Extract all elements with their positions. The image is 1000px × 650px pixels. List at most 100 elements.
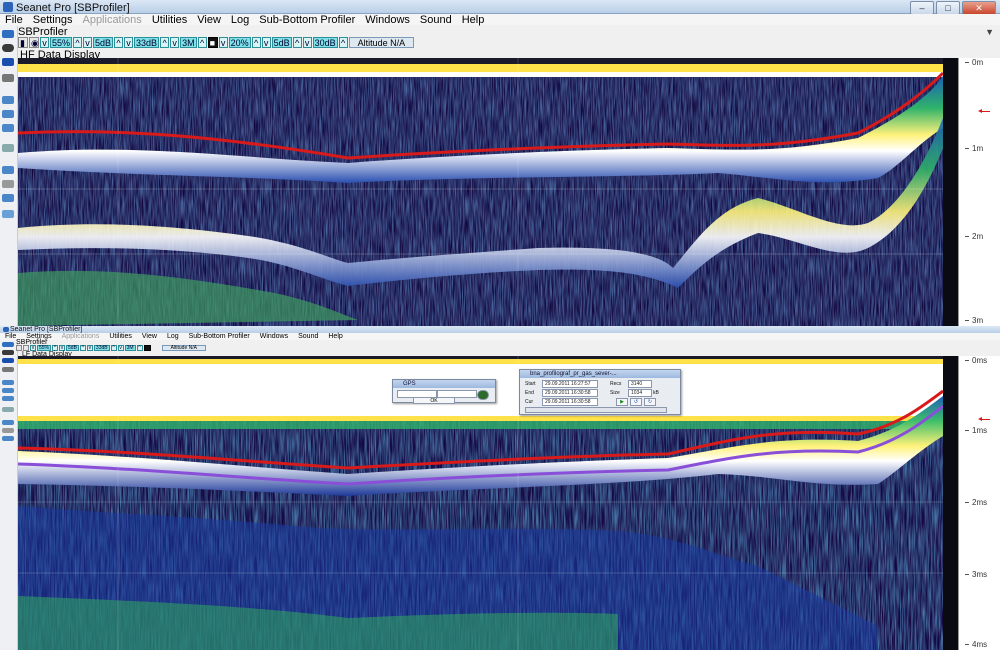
menu-help[interactable]: Help xyxy=(457,14,490,26)
profiler-icon[interactable] xyxy=(2,396,14,401)
display-icon[interactable] xyxy=(2,166,14,174)
decrease-button[interactable]: v xyxy=(86,345,93,351)
stop-icon[interactable] xyxy=(2,58,14,66)
threshold-value[interactable]: 33dB xyxy=(134,37,160,48)
printer-icon[interactable] xyxy=(2,180,14,188)
menu-view[interactable]: View xyxy=(137,333,162,340)
increase-button[interactable]: ^ xyxy=(160,37,170,48)
decrease-button[interactable]: v xyxy=(302,37,312,48)
size-unit: kB xyxy=(653,390,659,396)
maximize-icon[interactable]: □ xyxy=(936,1,960,15)
menu-sound[interactable]: Sound xyxy=(293,333,323,340)
increase-button[interactable]: ^ xyxy=(79,345,86,351)
menu-bar: File Settings Applications Utilities Vie… xyxy=(0,333,1000,340)
left-toolbar xyxy=(0,340,18,650)
scale-tick: 4ms xyxy=(965,640,987,649)
rewind-icon[interactable]: ↺ xyxy=(630,398,642,406)
title-bar[interactable]: Seanet Pro [SBProfiler] – □ ✕ xyxy=(0,0,1000,15)
replay-icon[interactable] xyxy=(2,380,14,385)
lf-threshold-value[interactable]: 30dB xyxy=(312,37,338,48)
decrease-button[interactable]: v xyxy=(261,37,271,48)
scale-tick: 0ms xyxy=(965,356,987,365)
increase-button[interactable]: ^ xyxy=(338,37,348,48)
bottom-window: Seanet Pro [SBProfiler] File Settings Ap… xyxy=(0,326,1000,650)
increase-button[interactable]: ^ xyxy=(110,345,117,351)
log-icon[interactable] xyxy=(2,407,14,412)
scale-tick: 3m xyxy=(965,316,983,325)
lf-gain-value[interactable]: 20% xyxy=(228,37,251,48)
current-time-field[interactable]: 29.09.2011 16:30:58 xyxy=(542,398,598,406)
minimize-icon[interactable]: – xyxy=(910,1,934,15)
menu-log[interactable]: Log xyxy=(162,333,184,340)
settings-icon[interactable] xyxy=(2,74,14,82)
stop-icon[interactable] xyxy=(2,358,14,363)
close-icon[interactable]: ✕ xyxy=(962,1,996,15)
menu-file[interactable]: File xyxy=(0,14,28,26)
decrease-button[interactable]: v xyxy=(124,37,134,48)
log-icon[interactable] xyxy=(2,144,14,152)
sonar-head-icon[interactable] xyxy=(2,388,14,393)
threshold-value[interactable]: 33dB xyxy=(93,345,110,351)
menu-utilities[interactable]: Utilities xyxy=(104,333,137,340)
play-icon[interactable]: ▶ xyxy=(616,398,628,406)
sonar-head-icon[interactable] xyxy=(2,110,14,118)
connect-icon[interactable] xyxy=(2,30,14,38)
menu-sub-bottom-profiler[interactable]: Sub-Bottom Profiler xyxy=(184,333,255,340)
menu-utilities[interactable]: Utilities xyxy=(147,14,192,26)
decrease-button[interactable]: v xyxy=(83,37,93,48)
increase-button[interactable]: ^ xyxy=(114,37,124,48)
record-icon[interactable] xyxy=(2,44,14,52)
range-marker[interactable] xyxy=(978,417,990,421)
menu-help[interactable]: Help xyxy=(323,333,347,340)
menu-sub-bottom-profiler[interactable]: Sub-Bottom Profiler xyxy=(254,14,360,26)
connect-icon[interactable] xyxy=(2,342,14,347)
increase-button[interactable]: ^ xyxy=(73,37,83,48)
replay-dialog-title[interactable]: bna_profilograf_pr_gas_sever-... xyxy=(520,370,680,378)
replay-icon[interactable] xyxy=(2,96,14,104)
range-value[interactable]: 3M xyxy=(180,37,197,48)
pause-button[interactable]: ▮ xyxy=(18,37,28,48)
range-marker[interactable] xyxy=(978,109,990,113)
pin-icon[interactable]: ▼ xyxy=(985,27,994,37)
color-scheme-button[interactable] xyxy=(143,345,151,351)
menu-log[interactable]: Log xyxy=(226,14,254,26)
increase-button[interactable]: ^ xyxy=(251,37,261,48)
loop-icon[interactable]: ↻ xyxy=(644,398,656,406)
contrast-value[interactable]: 5dB xyxy=(93,37,114,48)
menu-applications[interactable]: Applications xyxy=(57,333,105,340)
chart-icon[interactable] xyxy=(2,210,14,218)
app-icon xyxy=(3,2,13,12)
record-icon[interactable] xyxy=(2,350,14,355)
export-icon[interactable] xyxy=(2,194,14,202)
menu-view[interactable]: View xyxy=(192,14,226,26)
color-scheme-button[interactable]: ■ xyxy=(207,37,218,48)
gain-knob-icon[interactable]: ◉ xyxy=(29,37,39,48)
menu-windows[interactable]: Windows xyxy=(360,14,415,26)
decrease-button[interactable]: v xyxy=(117,345,124,351)
decrease-button[interactable]: v xyxy=(218,37,228,48)
gps-dialog-title[interactable]: GPS xyxy=(393,380,495,388)
range-value[interactable]: 3M xyxy=(124,345,136,351)
display-icon[interactable] xyxy=(2,420,14,425)
replay-slider[interactable] xyxy=(525,407,667,413)
menu-settings[interactable]: Settings xyxy=(28,14,78,26)
increase-button[interactable]: ^ xyxy=(136,345,143,351)
lf-contrast-value[interactable]: 5dB xyxy=(271,37,292,48)
end-time-field[interactable]: 29.09.2011 16:30:58 xyxy=(542,389,598,397)
gps-status-icon xyxy=(477,390,489,400)
hf-echogram[interactable] xyxy=(18,58,958,326)
menu-applications[interactable]: Applications xyxy=(77,14,146,26)
menu-sound[interactable]: Sound xyxy=(415,14,457,26)
settings-icon[interactable] xyxy=(2,367,14,372)
increase-button[interactable]: ^ xyxy=(292,37,302,48)
menu-windows[interactable]: Windows xyxy=(255,333,293,340)
gps-ok-button[interactable]: OK xyxy=(413,397,455,404)
gain-value[interactable]: 55% xyxy=(50,37,73,48)
decrease-button[interactable]: v xyxy=(40,37,49,48)
start-time-field[interactable]: 29.09.2011 16:27:57 xyxy=(542,380,598,388)
increase-button[interactable]: ^ xyxy=(197,37,207,48)
export-icon[interactable] xyxy=(2,436,14,441)
printer-icon[interactable] xyxy=(2,428,14,433)
profiler-icon[interactable] xyxy=(2,124,14,132)
decrease-button[interactable]: v xyxy=(170,37,180,48)
